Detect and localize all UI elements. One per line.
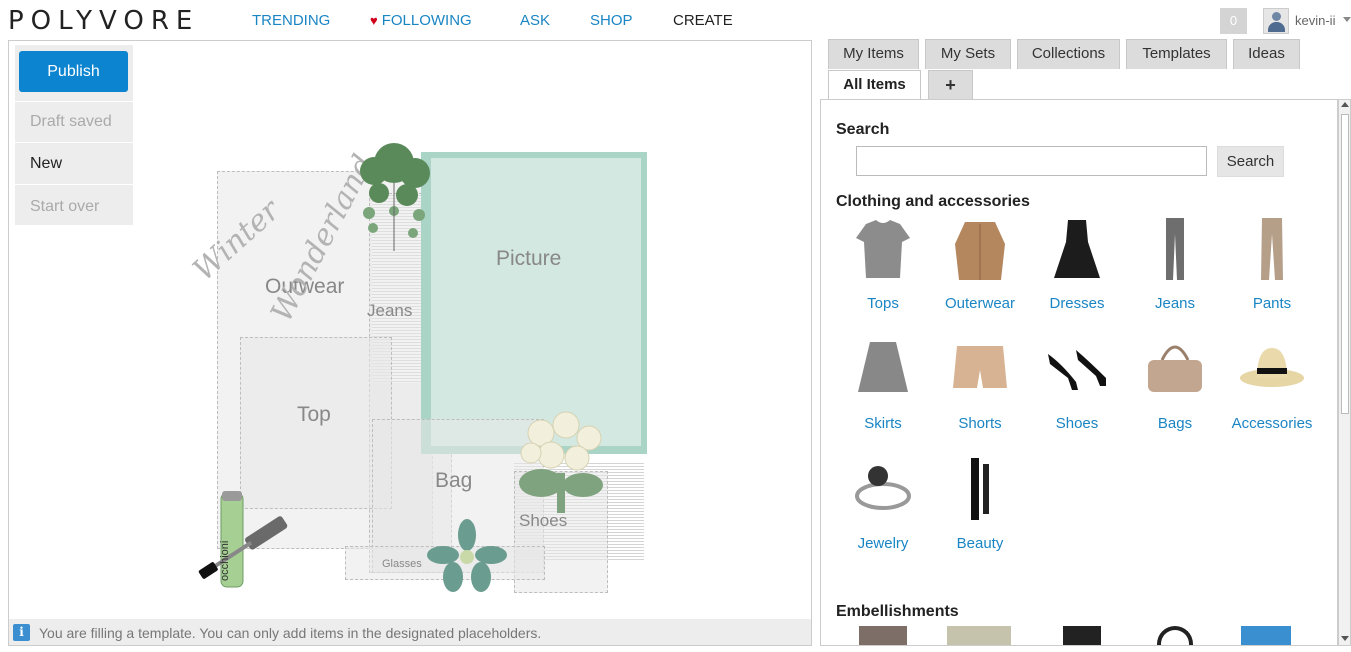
add-tab-button[interactable]: +	[928, 70, 973, 100]
tab-my-sets[interactable]: My Sets	[925, 39, 1011, 69]
avatar-head-shape	[1272, 12, 1281, 21]
placeholder-label-top: Top	[297, 403, 331, 426]
items-panel-scrollbar[interactable]	[1338, 99, 1351, 646]
placeholder-label-jeans: Jeans	[367, 301, 413, 320]
nav-create[interactable]: CREATE	[673, 12, 733, 29]
category-dresses[interactable]: Dresses	[1029, 214, 1125, 312]
search-section-title: Search	[836, 121, 890, 138]
category-label: Tops	[867, 295, 899, 312]
mascara-icon	[971, 458, 989, 520]
new-button[interactable]: New	[30, 155, 62, 173]
start-over-button[interactable]: Start over	[30, 198, 99, 216]
category-label: Pants	[1252, 295, 1292, 312]
menu-divider	[15, 184, 133, 185]
category-jewelry[interactable]: Jewelry	[835, 454, 931, 552]
handbag-icon	[1148, 345, 1202, 392]
top-nav-bar: POLYVORE TRENDING ♥ FOLLOWING ASK SHOP CR…	[0, 0, 1351, 40]
search-button[interactable]: Search	[1217, 146, 1284, 177]
category-label: Skirts	[864, 415, 902, 432]
heels-icon	[1048, 350, 1106, 390]
category-label: Dresses	[1049, 295, 1105, 312]
menu-divider	[15, 101, 133, 102]
category-tops[interactable]: Tops	[835, 214, 931, 312]
tab-all-items[interactable]: All Items	[828, 70, 921, 100]
avatar[interactable]	[1263, 8, 1289, 34]
search-input[interactable]	[856, 146, 1207, 176]
nav-ask[interactable]: ASK	[520, 12, 550, 29]
username[interactable]: kevin-ii	[1295, 13, 1335, 28]
hat-icon	[1240, 348, 1304, 387]
category-skirts[interactable]: Skirts	[835, 334, 931, 432]
category-accessories[interactable]: Accessories	[1224, 334, 1320, 432]
white-roses-image[interactable]	[511, 403, 611, 523]
category-label: Jewelry	[857, 535, 909, 552]
placeholder-label-picture: Picture	[496, 247, 562, 270]
embellishment-thumb[interactable]	[1241, 626, 1291, 645]
embellishment-thumb[interactable]	[1063, 626, 1101, 645]
category-shorts[interactable]: Shorts	[932, 334, 1028, 432]
tab-ideas[interactable]: Ideas	[1233, 39, 1300, 69]
embellishment-thumb[interactable]	[1157, 626, 1193, 645]
items-browser-panel: Search Search Clothing and accessories T…	[820, 99, 1338, 646]
hanging-plant-image[interactable]	[349, 133, 441, 253]
tab-my-items[interactable]: My Items	[828, 39, 919, 69]
clothing-section-title: Clothing and accessories	[836, 193, 1030, 210]
embellishments-section-title: Embellishments	[836, 603, 959, 620]
template-info-bar: i You are filling a template. You can on…	[9, 619, 811, 645]
jeans-icon	[1166, 218, 1184, 280]
pants-icon	[1261, 218, 1283, 280]
ring-icon	[855, 466, 911, 510]
placeholder-label-glasses: Glasses	[382, 558, 422, 570]
nav-shop[interactable]: SHOP	[590, 12, 633, 29]
info-icon: i	[13, 624, 30, 641]
heart-icon: ♥	[370, 13, 378, 28]
category-label: Bags	[1157, 415, 1193, 432]
embellishment-thumb[interactable]	[947, 626, 1011, 645]
orchid-flower-image[interactable]	[427, 519, 507, 597]
placeholder-label-bag: Bag	[435, 469, 473, 492]
category-label: Accessories	[1231, 415, 1313, 432]
tshirt-icon	[856, 220, 910, 278]
set-canvas[interactable]: Publish Draft saved New Start over Outwe…	[8, 40, 812, 646]
polyvore-logo[interactable]: POLYVORE	[8, 6, 199, 36]
scroll-thumb[interactable]	[1341, 114, 1349, 414]
dress-icon	[1054, 220, 1100, 278]
category-label: Jeans	[1154, 295, 1196, 312]
template-info-message: You are filling a template. You can only…	[39, 625, 542, 641]
nav-following[interactable]: ♥ FOLLOWING	[370, 12, 472, 29]
notification-count[interactable]: 0	[1220, 8, 1247, 34]
category-label: Shorts	[958, 415, 1002, 432]
scroll-down-icon[interactable]	[1341, 636, 1349, 641]
mascara-image[interactable]	[191, 487, 301, 597]
avatar-body-shape	[1268, 22, 1285, 32]
category-jeans[interactable]: Jeans	[1127, 214, 1223, 312]
menu-divider	[15, 142, 133, 143]
category-outerwear[interactable]: Outerwear	[932, 214, 1028, 312]
tab-templates[interactable]: Templates	[1126, 39, 1227, 69]
category-label: Beauty	[956, 535, 1004, 552]
category-pants[interactable]: Pants	[1224, 214, 1320, 312]
nav-trending[interactable]: TRENDING	[252, 12, 330, 29]
publish-button[interactable]: Publish	[19, 51, 128, 92]
shorts-icon	[953, 346, 1007, 388]
scroll-up-icon[interactable]	[1341, 102, 1349, 107]
draft-saved-label: Draft saved	[30, 113, 112, 130]
nav-following-label: FOLLOWING	[381, 12, 472, 29]
category-beauty[interactable]: Beauty	[932, 454, 1028, 552]
mascara-brand-text: occhioni	[219, 540, 231, 581]
skirt-icon	[858, 342, 908, 392]
category-bags[interactable]: Bags	[1127, 334, 1223, 432]
tab-collections[interactable]: Collections	[1017, 39, 1120, 69]
jacket-icon	[955, 222, 1005, 280]
category-shoes[interactable]: Shoes	[1029, 334, 1125, 432]
embellishment-thumb[interactable]	[859, 626, 907, 645]
category-label: Shoes	[1055, 415, 1099, 432]
chevron-down-icon[interactable]	[1343, 17, 1351, 22]
category-label: Outerwear	[944, 295, 1016, 312]
